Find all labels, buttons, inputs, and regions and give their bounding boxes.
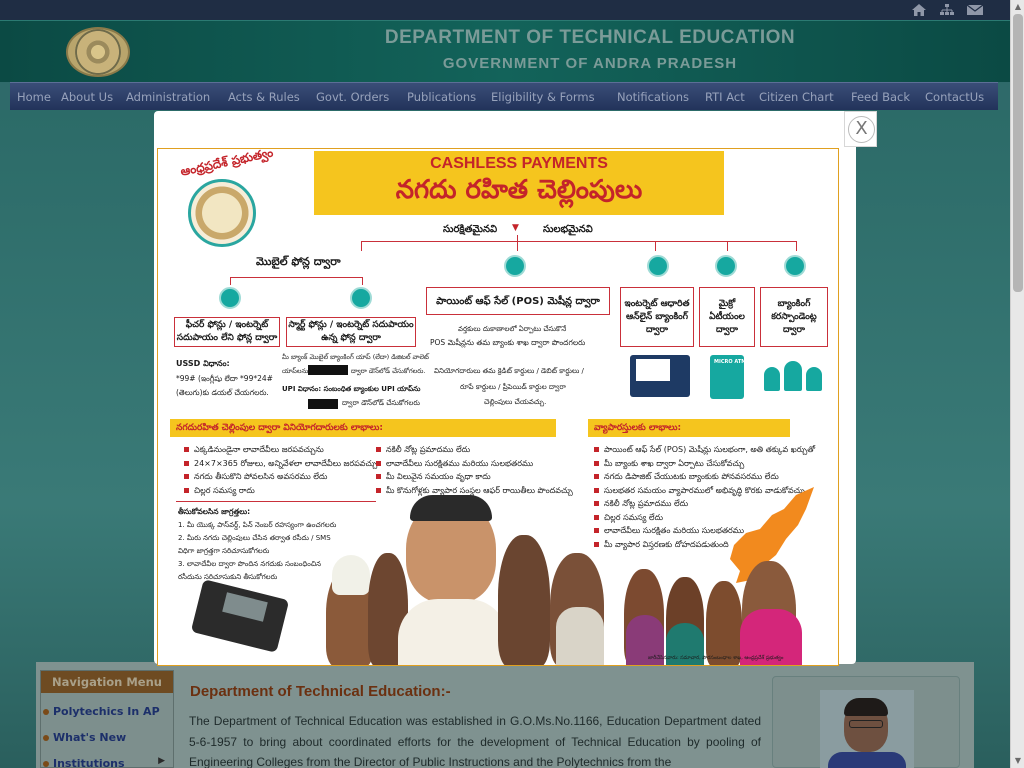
top-utility-bar — [0, 0, 1010, 20]
poster-ussd-line1: *99# (ఇంగ్లీషు లేదా *99*24# — [176, 374, 273, 383]
cashless-payments-poster: ఆంధ్రప్రదేశ్ ప్రభుత్వం CASHLESS PAYMENTS… — [157, 148, 839, 666]
poster-mobile-heading: మొబైల్ ఫోన్ల ద్వారా — [256, 255, 341, 268]
precaution-item: 2. మీరు నగదు చెల్లింపులు చేసిన తర్వాత రస… — [178, 534, 331, 542]
nav-administration[interactable]: Administration — [126, 90, 210, 104]
banking-correspondent-icon — [784, 255, 806, 277]
scroll-up-icon[interactable]: ▲ — [1011, 0, 1024, 14]
nav-about-us[interactable]: About Us — [61, 90, 113, 104]
sidebar-item-polytechnics[interactable]: Polytechics In AP — [41, 699, 173, 725]
consumer-benefits-bar: నగదురహిత చెల్లింపుల ద్వారా వినియోగదారులక… — [170, 419, 556, 437]
poster-safe: సురక్షితమైనవి — [443, 224, 498, 235]
page-scrollbar[interactable]: ▲ ▼ — [1010, 0, 1024, 768]
poster-pos-text4: రూపే కార్డులు / ప్రీపెయిడ్ కార్డుల ద్వార… — [460, 383, 566, 391]
poster-title-en: CASHLESS PAYMENTS — [430, 155, 608, 172]
sidebar-item-label: Institutions — [53, 757, 125, 768]
merchant-benefit: పాయింట్ ఆఫ్ సేల్ (POS) మెషీన్లు సులభంగా,… — [594, 443, 815, 457]
poster-pos-text5: చెల్లింపులు చేయవచ్చు. — [484, 398, 547, 406]
poster-micro-atm-box: మైక్రో ఏటీయంల ద్వారా — [699, 287, 755, 347]
internet-banking-icon — [647, 255, 669, 277]
nav-contact-us[interactable]: ContactUs — [925, 90, 984, 104]
main-nav: Home About Us Administration Acts & Rule… — [10, 82, 998, 110]
poster-smart-phone-box: స్మార్ట్ ఫోన్లు / ఇంటర్నెట్ సదుపాయం ఉన్న… — [286, 317, 416, 347]
pos-icon — [504, 255, 526, 277]
poster-easy: సులభమైనవి — [543, 224, 593, 235]
precaution-item: 1. మీ యొక్క పాస్‌వర్డ్, పిన్ నెంబర్ రహస్… — [178, 521, 337, 529]
merchant-benefit: మీ బ్యాంకు శాఖ ద్వారా ఏర్పాటు చేసుకోవచ్చ… — [594, 457, 815, 471]
precaution-item: విధిగా జాగ్రత్తగా సరిచూసుకోగలరు — [178, 547, 270, 555]
consumer-benefit: నగదు తీసుకొని పోవలసిన అవసరము లేదు — [184, 470, 377, 484]
precaution-item: రసీదును సరిచూసుకుని తీసుకోగలరు — [178, 573, 278, 581]
site-title: DEPARTMENT OF TECHNICAL EDUCATION — [384, 27, 796, 48]
consumer-benefit: నకిలీ నోట్ల ప్రమాదము లేదు — [376, 443, 573, 457]
poster-ussd-title: USSD విధానం: — [176, 359, 230, 368]
main-paragraph: The Department of Technical Education wa… — [189, 714, 761, 768]
ap-govt-seal-logo — [188, 179, 256, 247]
poster-pos-text1: వర్తకులు దుకాణాలలో ఏర్పాటు చేసుకొనే — [458, 325, 567, 333]
sidebar-item-label: What's New — [53, 731, 127, 744]
sidebar-item-label: Polytechics In AP — [53, 705, 160, 718]
poster-upi-line2: ద్వారా డౌన్‌లోడ్ చేసుకోగలరు — [342, 399, 420, 407]
sitemap-icon[interactable] — [938, 3, 956, 17]
poster-footer-note: జారీచేసినవారు: సమాచార, పౌరసంబంధాల శాఖ, ఆ… — [648, 655, 784, 661]
consumer-benefits-left: ఎక్కడినుండైనా లావాదేవీలు జరపవచ్చును 24×7… — [184, 443, 377, 497]
merchant-benefits-bar: వ్యాపారస్తులకు లాభాలు: — [588, 419, 790, 437]
state-emblem-logo — [66, 27, 130, 77]
nav-acts-rules[interactable]: Acts & Rules — [228, 90, 300, 104]
site-subtitle: GOVERNMENT OF ANDRA PRADESH — [442, 55, 738, 72]
consumer-benefit: ఎక్కడినుండైనా లావాదేవీలు జరపవచ్చును — [184, 443, 377, 457]
officer-photo — [820, 690, 914, 768]
poster-smart-line1: మీ బ్యాంక్ మొబైల్ బ్యాంకింగ్ యాప్ (లేదా)… — [282, 353, 429, 361]
smartphone-icon — [350, 287, 372, 309]
consumer-benefits-right: నకిలీ నోట్ల ప్రమాదము లేదు లావాదేవీలు సుర… — [376, 443, 573, 497]
poster-ussd-line2: (తెలుగు)కు డయల్ చేయగలరు. — [176, 388, 269, 397]
poster-dropdown-arrow-icon: ▼ — [512, 223, 519, 233]
mail-icon[interactable] — [966, 3, 984, 17]
popup-close-button[interactable]: X — [844, 111, 877, 147]
consumer-benefit: 24×7×365 రోజులు, అన్నివేళలా లావాదేవీలు జ… — [184, 457, 377, 471]
micro-atm-label: MICRO ATM — [714, 359, 747, 365]
scrollbar-thumb[interactable] — [1013, 14, 1023, 292]
navigation-menu-heading: Navigation Menu — [41, 671, 173, 693]
poster-banking-box: బ్యాంకింగ్ కరస్పాండెంట్ల ద్వారా — [760, 287, 828, 347]
sidebar-item-whats-new[interactable]: What's New — [41, 725, 173, 751]
people-illustration — [326, 495, 826, 665]
consumer-benefit: లావాదేవీలు సురక్షితము మరియు సులభతరము — [376, 457, 573, 471]
nav-rti-act[interactable]: RTI Act — [705, 90, 745, 104]
consumer-benefit: మీ విలువైన సమయం వృధా కాదు — [376, 470, 573, 484]
merchant-benefit: నగదు డిపాజిట్ చేయుటకు బ్యాంకుకు పోనవసరము… — [594, 470, 815, 484]
close-icon: X — [848, 116, 875, 143]
nav-eligibility-forms[interactable]: Eligibility & Forms — [491, 90, 595, 104]
poster-title-te: నగదు రహిత చెల్లింపులు — [395, 175, 643, 205]
nav-citizen-chart[interactable]: Citizen Chart — [759, 90, 834, 104]
poster-pos-text3: వినియోగదారులు తమ క్రెడిట్ కార్డులు / డెబ… — [434, 367, 584, 375]
nav-notifications[interactable]: Notifications — [617, 90, 689, 104]
site-header: DEPARTMENT OF TECHNICAL EDUCATION GOVERN… — [0, 20, 1010, 82]
nav-feed-back[interactable]: Feed Back — [851, 90, 910, 104]
main-heading: Department of Technical Education:- — [190, 683, 451, 700]
micro-atm-icon — [715, 255, 737, 277]
home-icon[interactable] — [910, 3, 928, 17]
poster-smart-line2: యాప్‌లను — [282, 367, 309, 375]
sidebar-item-institutions[interactable]: Institutions ▶ — [41, 751, 173, 768]
phone-icon — [219, 287, 241, 309]
precaution-item: 3. లావాదేవీల ద్వారా పొందిన నగదుకు సంబంధి… — [178, 560, 322, 568]
play-store-badge-icon — [308, 399, 338, 409]
poster-pos-text2: POS మెషీన్లను తమ బ్యాంకు శాఖ ద్వారా పొంద… — [430, 338, 586, 347]
nav-home[interactable]: Home — [17, 90, 51, 104]
poster-feature-phone-box: ఫీచర్ ఫోన్లు / ఇంటర్నెట్ సదుపాయం లేని ఫో… — [174, 317, 280, 347]
poster-pos-box: పాయింట్ ఆఫ్ సేల్ (POS) మెషీన్ల ద్వారా — [426, 287, 610, 315]
poster-smart-line3: ద్వారా డౌన్‌లోడ్ చేసుకోగలరు. — [351, 367, 426, 375]
scroll-down-icon[interactable]: ▼ — [1011, 754, 1024, 768]
navigation-menu: Navigation Menu Polytechics In AP What's… — [40, 670, 174, 768]
nav-publications[interactable]: Publications — [407, 90, 476, 104]
precautions-title: తీసుకోవలసిన జాగ్రత్తలు: — [178, 507, 251, 516]
chevron-right-icon: ▶ — [158, 756, 165, 766]
poster-upi-line1: UPI విధానం: సంబంధిత బ్యాంకుల UPI యాప్‌ను — [282, 385, 421, 393]
poster-internet-box: ఇంటర్నెట్ ఆధారిత ఆన్‌లైన్ బ్యాంకింగ్ ద్వ… — [620, 287, 694, 347]
app-store-badge-icon — [308, 365, 348, 375]
poster-seal-caption: ఆంధ్రప్రదేశ్ ప్రభుత్వం — [179, 148, 275, 179]
nav-govt-orders[interactable]: Govt. Orders — [316, 90, 389, 104]
